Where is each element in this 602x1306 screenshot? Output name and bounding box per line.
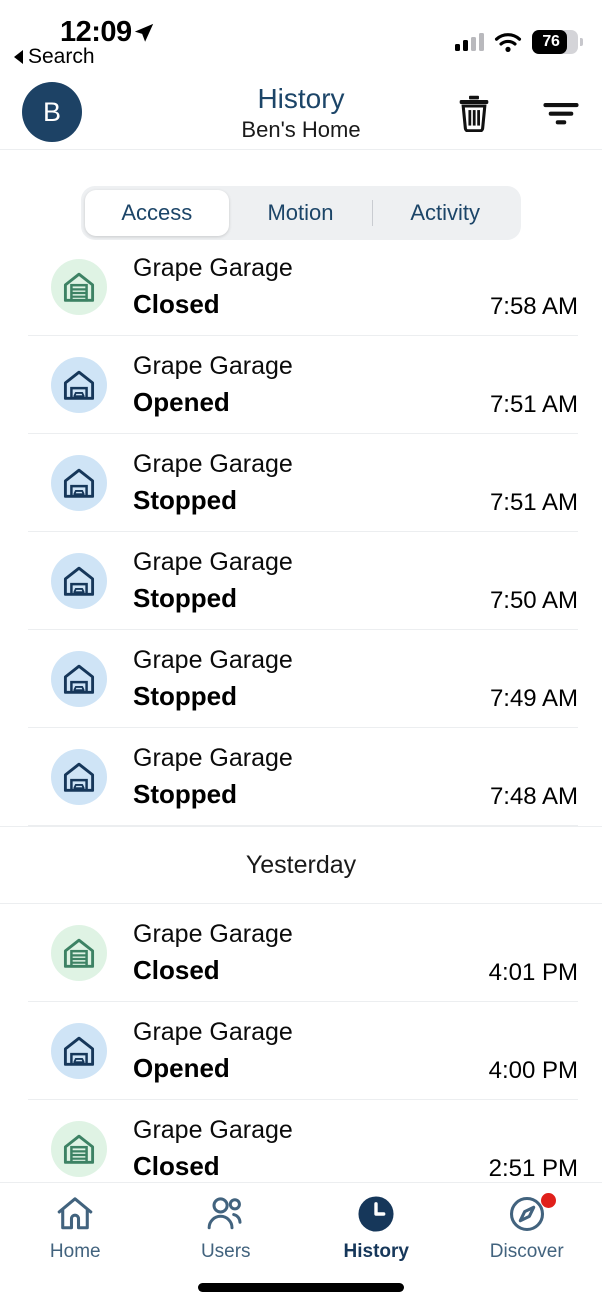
tab-motion-label: Motion — [267, 200, 334, 225]
nav-actions — [456, 94, 580, 132]
back-to-search-button[interactable]: Search — [14, 45, 95, 69]
history-row-time: 4:00 PM — [488, 1057, 578, 1084]
tab-bar-label-users: Users — [200, 1241, 251, 1262]
location-arrow-icon — [134, 23, 154, 42]
tab-bar-label-home: Home — [49, 1241, 101, 1262]
history-row-time: 7:49 AM — [489, 685, 578, 712]
cellular-signal-icon — [455, 33, 484, 51]
users-icon — [206, 1193, 246, 1235]
history-row-text: Grape Garage Stopped — [133, 446, 490, 519]
history-row-device: Grape Garage — [133, 1018, 293, 1046]
garage-open-car-icon — [51, 748, 107, 805]
history-row-status: Opened — [133, 1053, 230, 1083]
day-separator-label: Yesterday — [245, 850, 357, 879]
history-row-status: Stopped — [133, 583, 237, 613]
history-row-time: 2:51 PM — [488, 1155, 578, 1182]
history-row-device: Grape Garage — [133, 744, 293, 772]
nav-header: B History Ben's Home — [0, 74, 602, 150]
history-row-device: Grape Garage — [133, 254, 293, 282]
history-row-status: Stopped — [133, 779, 237, 809]
history-row-status: Closed — [133, 289, 220, 319]
history-row-status: Stopped — [133, 485, 237, 515]
history-row-text: Grape Garage Stopped — [133, 544, 490, 617]
history-row-status: Stopped — [133, 681, 237, 711]
tab-activity[interactable]: Activity — [373, 190, 517, 236]
app-root: 12:09 Search 76 B History Ben's Home Acc… — [0, 0, 602, 1306]
history-row-text: Grape Garage Opened — [133, 1014, 489, 1087]
tab-access[interactable]: Access — [85, 190, 229, 236]
garage-open-car-icon — [51, 1022, 107, 1079]
segmented-control: Access Motion Activity — [81, 186, 521, 240]
tab-activity-label: Activity — [410, 200, 481, 225]
tab-bar-label-discover: Discover — [489, 1241, 564, 1262]
tab-bar-label-history: History — [343, 1241, 409, 1262]
day-separator: Yesterday — [0, 826, 602, 904]
history-row-device: Grape Garage — [133, 920, 293, 948]
tab-bar-item-discover[interactable]: Discover — [452, 1193, 602, 1263]
back-chevron-icon — [14, 50, 23, 64]
history-row-time: 7:58 AM — [489, 293, 578, 320]
filter-icon[interactable] — [542, 98, 580, 128]
history-row-status: Opened — [133, 387, 230, 417]
home-indicator — [198, 1283, 404, 1292]
history-row-device: Grape Garage — [133, 1116, 293, 1144]
battery-icon: 76 — [532, 30, 583, 54]
discover-notification-badge — [540, 1193, 556, 1208]
tab-access-label: Access — [121, 200, 193, 225]
history-row-text: Grape Garage Stopped — [133, 740, 490, 813]
history-row-text: Grape Garage Closed — [133, 916, 489, 989]
tab-bar-item-home[interactable]: Home — [0, 1193, 151, 1263]
history-row-text: Grape Garage Opened — [133, 348, 490, 421]
back-label: Search — [28, 45, 95, 68]
garage-closed-icon — [51, 924, 107, 981]
garage-open-car-icon — [51, 552, 107, 609]
bottom-tab-bar: Home Users History Discover — [0, 1182, 602, 1306]
garage-open-car-icon — [51, 650, 107, 707]
history-row-status: Closed — [133, 1151, 220, 1181]
history-row-time: 7:50 AM — [489, 587, 578, 614]
history-row[interactable]: Grape Garage Stopped 7:48 AM — [28, 728, 578, 826]
history-row-text: Grape Garage Stopped — [133, 642, 490, 715]
history-row-time: 7:48 AM — [489, 783, 578, 810]
history-row[interactable]: Grape Garage Stopped 7:49 AM — [28, 630, 578, 728]
history-row-time: 4:01 PM — [488, 959, 578, 986]
garage-open-car-icon — [51, 356, 107, 413]
clock-icon — [356, 1193, 396, 1235]
history-row-text: Grape Garage Closed — [133, 1112, 489, 1182]
history-row-device: Grape Garage — [133, 450, 293, 478]
history-row-status: Closed — [133, 955, 220, 985]
history-row-device: Grape Garage — [133, 548, 293, 576]
trash-icon[interactable] — [456, 94, 492, 132]
history-row-device: Grape Garage — [133, 646, 293, 674]
tab-bar-item-history[interactable]: History — [301, 1193, 452, 1263]
home-icon — [56, 1193, 94, 1235]
garage-closed-icon — [51, 1120, 107, 1177]
garage-open-car-icon — [51, 454, 107, 511]
tab-bar-item-users[interactable]: Users — [151, 1193, 302, 1263]
history-list[interactable]: Grape Garage Closed 7:58 AM Grape Garage Ope… — [0, 252, 602, 1182]
wifi-icon — [494, 32, 522, 52]
history-row-text: Grape Garage Closed — [133, 252, 490, 323]
history-row-time: 7:51 AM — [489, 489, 578, 516]
status-bar-indicators: 76 — [455, 30, 583, 54]
garage-closed-icon — [51, 258, 107, 315]
status-bar: 12:09 Search 76 — [0, 0, 602, 74]
history-row[interactable]: Grape Garage Closed 7:58 AM — [28, 252, 578, 336]
battery-percent: 76 — [542, 33, 560, 50]
tab-motion[interactable]: Motion — [229, 190, 373, 236]
compass-icon — [508, 1193, 556, 1235]
history-row[interactable]: Grape Garage Opened 4:00 PM — [28, 1002, 578, 1100]
history-row[interactable]: Grape Garage Closed 2:51 PM — [28, 1100, 578, 1182]
history-row[interactable]: Grape Garage Opened 7:51 AM — [28, 336, 578, 434]
history-row[interactable]: Grape Garage Stopped 7:50 AM — [28, 532, 578, 630]
history-row[interactable]: Grape Garage Stopped 7:51 AM — [28, 434, 578, 532]
history-row-time: 7:51 AM — [489, 391, 578, 418]
history-row[interactable]: Grape Garage Closed 4:01 PM — [28, 904, 578, 1002]
battery-cap — [580, 38, 583, 46]
history-row-device: Grape Garage — [133, 352, 293, 380]
